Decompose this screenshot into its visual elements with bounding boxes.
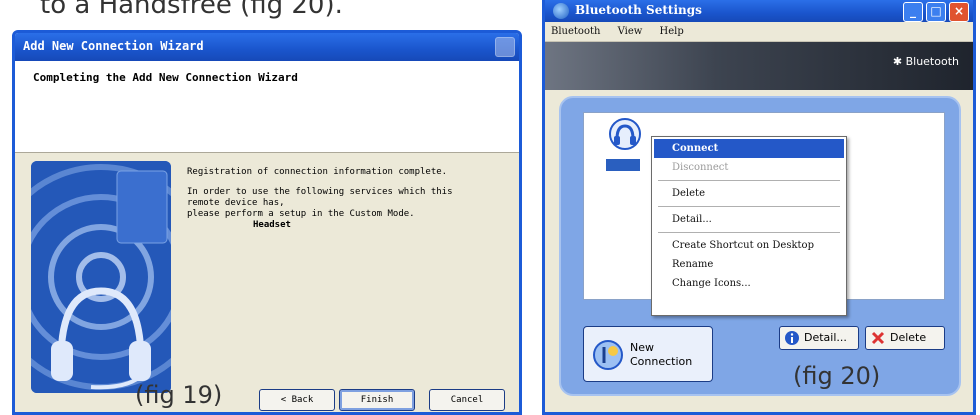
fig19-label: (fig 19) bbox=[135, 381, 223, 409]
menu-item-rename[interactable]: Rename bbox=[654, 255, 844, 274]
wizard-header: Completing the Add New Connection Wizard bbox=[15, 61, 519, 153]
wizard-title-bar[interactable]: Add New Connection Wizard bbox=[15, 33, 519, 61]
wizard-title: Add New Connection Wizard bbox=[23, 39, 204, 53]
add-connection-wizard-window: Add New Connection Wizard Completing the… bbox=[12, 30, 522, 415]
fig20-label: (fig 20) bbox=[793, 362, 881, 390]
close-icon[interactable] bbox=[495, 37, 515, 57]
wizard-body: Registration of connection information c… bbox=[15, 153, 519, 411]
bt-title-bar[interactable]: Bluetooth Settings _ □ × bbox=[545, 0, 973, 22]
headset-illustration bbox=[31, 161, 171, 393]
wizard-heading: Completing the Add New Connection Wizard bbox=[33, 71, 298, 84]
delete-button-label: Delete bbox=[890, 331, 927, 344]
bluetooth-app-icon bbox=[553, 3, 569, 19]
menu-item-change-icons[interactable]: Change Icons... bbox=[654, 274, 844, 293]
bt-banner: ✱ Bluetooth bbox=[545, 42, 973, 90]
delete-icon bbox=[871, 331, 885, 345]
menu-item-detail[interactable]: Detail... bbox=[654, 210, 844, 229]
device-label-selected[interactable] bbox=[606, 159, 640, 171]
back-button[interactable]: < Back bbox=[259, 389, 335, 411]
delete-button[interactable]: Delete bbox=[865, 326, 945, 350]
menu-item-disconnect: Disconnect bbox=[672, 162, 729, 173]
bt-window-title: Bluetooth Settings bbox=[575, 3, 702, 17]
cancel-button[interactable]: Cancel bbox=[429, 389, 505, 411]
close-icon[interactable]: × bbox=[949, 2, 969, 22]
menu-item-create-shortcut[interactable]: Create Shortcut on Desktop bbox=[654, 236, 844, 255]
menu-help[interactable]: Help bbox=[660, 26, 684, 37]
new-connection-button[interactable]: New Connection bbox=[583, 326, 713, 382]
context-menu: Connect Disconnect Delete Detail... Crea… bbox=[651, 136, 847, 316]
minimize-icon[interactable]: _ bbox=[903, 2, 923, 22]
detail-button-label: Detail... bbox=[804, 331, 847, 344]
menu-view[interactable]: View bbox=[618, 26, 643, 37]
info-icon bbox=[785, 331, 799, 345]
bluetooth-brand-text: Bluetooth bbox=[905, 55, 959, 68]
menu-item-connect[interactable]: Connect bbox=[654, 139, 844, 158]
wizard-line-3: remote device has, bbox=[187, 198, 285, 208]
detail-button[interactable]: Detail... bbox=[779, 326, 859, 350]
headset-device-icon[interactable] bbox=[608, 117, 642, 151]
bluetooth-logo-icon: ✱ bbox=[892, 55, 906, 68]
new-connection-label-2: Connection bbox=[630, 355, 693, 368]
bt-menu-bar: Bluetooth View Help bbox=[545, 22, 973, 42]
bt-main-panel: Connect Disconnect Delete Detail... Crea… bbox=[559, 96, 961, 396]
document-caption: to a Handsfree (fig 20). bbox=[40, 0, 343, 20]
menu-item-delete[interactable]: Delete bbox=[654, 184, 844, 203]
maximize-icon[interactable]: □ bbox=[926, 2, 946, 22]
finish-button[interactable]: Finish bbox=[339, 389, 415, 411]
wizard-service-name: Headset bbox=[253, 220, 291, 230]
wizard-line-4: please perform a setup in the Custom Mod… bbox=[187, 209, 415, 219]
new-connection-icon bbox=[593, 340, 623, 370]
wizard-message: Registration of connection information c… bbox=[187, 167, 507, 240]
headset-icon bbox=[31, 161, 171, 393]
new-connection-label-1: New bbox=[630, 341, 654, 354]
menu-separator bbox=[658, 180, 840, 181]
bluetooth-settings-window: Bluetooth Settings _ □ × Bluetooth View … bbox=[542, 0, 976, 415]
wizard-line-1: Registration of connection information c… bbox=[187, 167, 448, 177]
wizard-line-2: In order to use the following services w… bbox=[187, 187, 453, 197]
menu-separator bbox=[658, 232, 840, 233]
menu-bluetooth[interactable]: Bluetooth bbox=[551, 26, 600, 37]
menu-separator bbox=[658, 206, 840, 207]
wizard-footer: (fig 19) < Back Finish Cancel bbox=[15, 381, 519, 412]
bluetooth-brand: ✱ Bluetooth bbox=[893, 55, 959, 68]
